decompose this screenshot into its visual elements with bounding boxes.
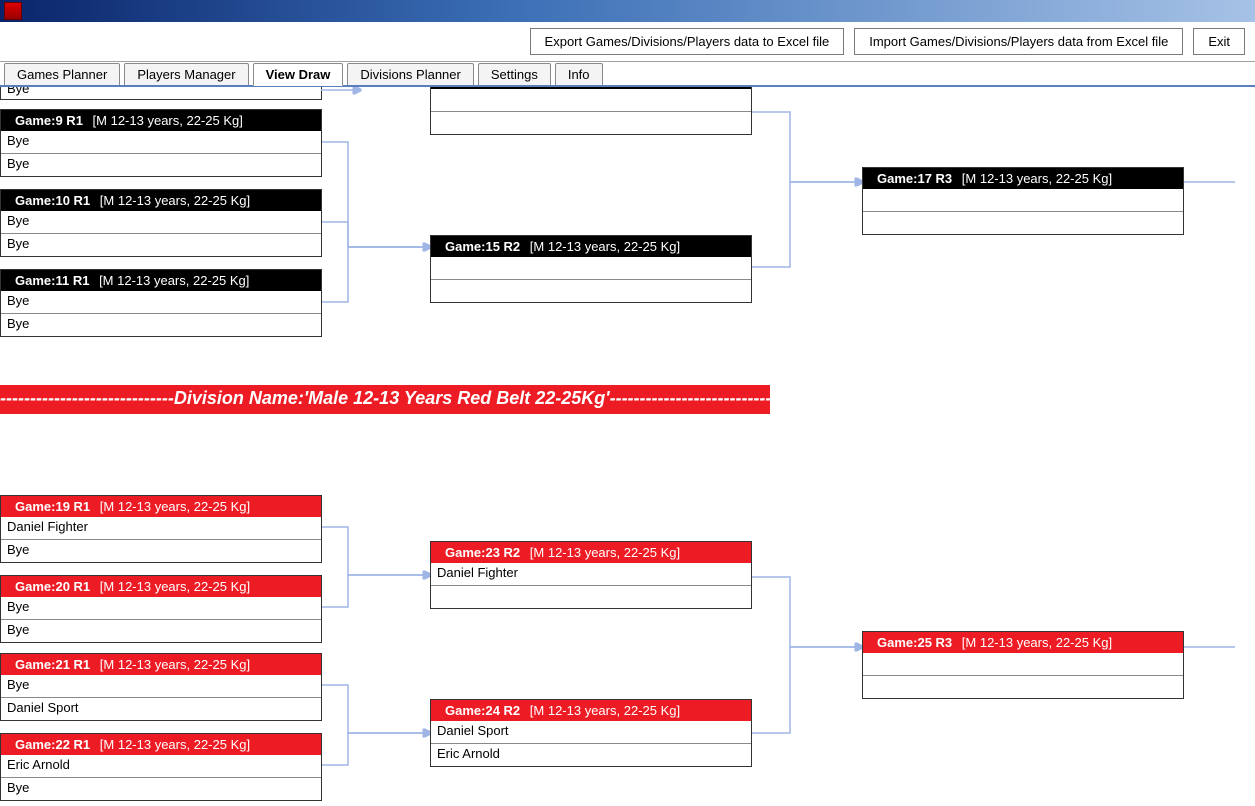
player-slot: Bye bbox=[1, 620, 321, 642]
game-title: Game:22 R1 bbox=[15, 737, 90, 752]
game-title: Game:20 R1 bbox=[15, 579, 90, 594]
game-info: [M 12-13 years, 22-25 Kg] bbox=[962, 171, 1112, 186]
game-header: Game:9 R1 [M 12-13 years, 22-25 Kg] bbox=[1, 110, 321, 131]
game-box[interactable]: Game:23 R2 [M 12-13 years, 22-25 Kg] Dan… bbox=[430, 541, 752, 609]
tab-bar: Games Planner Players Manager View Draw … bbox=[0, 62, 1255, 87]
tab-settings[interactable]: Settings bbox=[478, 63, 551, 85]
game-header: Game:10 R1 [M 12-13 years, 22-25 Kg] bbox=[1, 190, 321, 211]
game-info: [M 12-13 years, 22-25 Kg] bbox=[530, 703, 680, 718]
player-slot bbox=[863, 653, 1183, 676]
game-info: [M 12-13 years, 22-25 Kg] bbox=[100, 193, 250, 208]
player-slot bbox=[431, 257, 751, 280]
player-slot: Bye bbox=[1, 597, 321, 620]
player-slot: Bye bbox=[1, 314, 321, 336]
game-info: [M 12-13 years, 22-25 Kg] bbox=[530, 545, 680, 560]
game-info: [M 12-13 years, 22-25 Kg] bbox=[100, 737, 250, 752]
game-info: [M 12-13 years, 22-25 Kg] bbox=[100, 499, 250, 514]
game-box[interactable]: Game:15 R2 [M 12-13 years, 22-25 Kg] bbox=[430, 235, 752, 303]
import-button[interactable]: Import Games/Divisions/Players data from… bbox=[854, 28, 1183, 55]
game-info: [M 12-13 years, 22-25 Kg] bbox=[93, 113, 243, 128]
game-title: Game:24 R2 bbox=[445, 703, 520, 718]
game-header: Game:24 R2 [M 12-13 years, 22-25 Kg] bbox=[431, 700, 751, 721]
player-slot bbox=[431, 586, 751, 608]
game-title: Game:11 R1 bbox=[15, 273, 89, 288]
game-header: Game:25 R3 [M 12-13 years, 22-25 Kg] bbox=[863, 632, 1183, 653]
player-slot: Bye bbox=[1, 211, 321, 234]
exit-button[interactable]: Exit bbox=[1193, 28, 1245, 55]
export-button[interactable]: Export Games/Divisions/Players data to E… bbox=[530, 28, 845, 55]
game-title: Game:21 R1 bbox=[15, 657, 90, 672]
game-box[interactable]: Game:19 R1 [M 12-13 years, 22-25 Kg] Dan… bbox=[0, 495, 322, 563]
player-slot bbox=[431, 89, 751, 112]
game-title: Game:23 R2 bbox=[445, 545, 520, 560]
tab-games-planner[interactable]: Games Planner bbox=[4, 63, 120, 85]
player-slot bbox=[863, 212, 1183, 234]
player-slot: Bye bbox=[1, 778, 321, 800]
game-header: Game:15 R2 [M 12-13 years, 22-25 Kg] bbox=[431, 236, 751, 257]
tab-info[interactable]: Info bbox=[555, 63, 603, 85]
player-slot: Eric Arnold bbox=[431, 744, 751, 766]
game-box[interactable]: Game:14 R2 [M 12-13 years, 22-25 Kg] bbox=[430, 87, 752, 135]
player-slot: Daniel Sport bbox=[1, 698, 321, 720]
game-title: Game:19 R1 bbox=[15, 499, 90, 514]
player-slot: Bye bbox=[1, 540, 321, 562]
player-slot bbox=[863, 676, 1183, 698]
game-header: Game:22 R1 [M 12-13 years, 22-25 Kg] bbox=[1, 734, 321, 755]
player-slot bbox=[431, 112, 751, 134]
player-slot bbox=[863, 189, 1183, 212]
game-header: Game:23 R2 [M 12-13 years, 22-25 Kg] bbox=[431, 542, 751, 563]
player-slot: Bye bbox=[1, 131, 321, 154]
game-title: Game:9 R1 bbox=[15, 113, 83, 128]
game-title: Game:25 R3 bbox=[877, 635, 952, 650]
player-slot: Eric Arnold bbox=[1, 755, 321, 778]
player-slot: Daniel Fighter bbox=[1, 517, 321, 540]
clipped-slot: Bye bbox=[1, 87, 321, 99]
game-header: Game:20 R1 [M 12-13 years, 22-25 Kg] bbox=[1, 576, 321, 597]
player-slot: Bye bbox=[1, 154, 321, 176]
toolbar: Export Games/Divisions/Players data to E… bbox=[0, 22, 1255, 62]
game-header: Game:11 R1 [M 12-13 years, 22-25 Kg] bbox=[1, 270, 321, 291]
game-info: [M 12-13 years, 22-25 Kg] bbox=[530, 239, 680, 254]
game-box[interactable]: Game:17 R3 [M 12-13 years, 22-25 Kg] bbox=[862, 167, 1184, 235]
game-info: [M 12-13 years, 22-25 Kg] bbox=[100, 657, 250, 672]
game-info: [M 12-13 years, 22-25 Kg] bbox=[99, 273, 249, 288]
titlebar bbox=[0, 0, 1255, 22]
division-banner: -----------------------------Division Na… bbox=[0, 385, 770, 414]
player-slot: Bye bbox=[1, 291, 321, 314]
game-header: Game:19 R1 [M 12-13 years, 22-25 Kg] bbox=[1, 496, 321, 517]
game-info: [M 12-13 years, 22-25 Kg] bbox=[100, 579, 250, 594]
game-header: Game:21 R1 [M 12-13 years, 22-25 Kg] bbox=[1, 654, 321, 675]
game-box[interactable]: Game:24 R2 [M 12-13 years, 22-25 Kg] Dan… bbox=[430, 699, 752, 767]
tab-players-manager[interactable]: Players Manager bbox=[124, 63, 248, 85]
game-box[interactable]: Game:11 R1 [M 12-13 years, 22-25 Kg] Bye… bbox=[0, 269, 322, 337]
game-box[interactable]: Game:20 R1 [M 12-13 years, 22-25 Kg] Bye… bbox=[0, 575, 322, 643]
tab-divisions-planner[interactable]: Divisions Planner bbox=[347, 63, 473, 85]
game-title: Game:17 R3 bbox=[877, 171, 952, 186]
player-slot: Daniel Fighter bbox=[431, 563, 751, 586]
clipped-prev-box: Bye bbox=[0, 87, 322, 100]
bracket-canvas[interactable]: Bye Game:9 R1 bbox=[0, 87, 1255, 806]
app-icon bbox=[4, 2, 22, 20]
game-title: Game:10 R1 bbox=[15, 193, 90, 208]
game-box[interactable]: Game:9 R1 [M 12-13 years, 22-25 Kg] Bye … bbox=[0, 109, 322, 177]
player-slot: Bye bbox=[1, 234, 321, 256]
player-slot: Daniel Sport bbox=[431, 721, 751, 744]
game-info: [M 12-13 years, 22-25 Kg] bbox=[962, 635, 1112, 650]
tab-view-draw[interactable]: View Draw bbox=[253, 63, 344, 86]
player-slot: Bye bbox=[1, 675, 321, 698]
game-header: Game:17 R3 [M 12-13 years, 22-25 Kg] bbox=[863, 168, 1183, 189]
game-box[interactable]: Game:10 R1 [M 12-13 years, 22-25 Kg] Bye… bbox=[0, 189, 322, 257]
game-box[interactable]: Game:25 R3 [M 12-13 years, 22-25 Kg] bbox=[862, 631, 1184, 699]
game-box[interactable]: Game:22 R1 [M 12-13 years, 22-25 Kg] Eri… bbox=[0, 733, 322, 801]
player-slot bbox=[431, 280, 751, 302]
game-title: Game:15 R2 bbox=[445, 239, 520, 254]
game-box[interactable]: Game:21 R1 [M 12-13 years, 22-25 Kg] Bye… bbox=[0, 653, 322, 721]
